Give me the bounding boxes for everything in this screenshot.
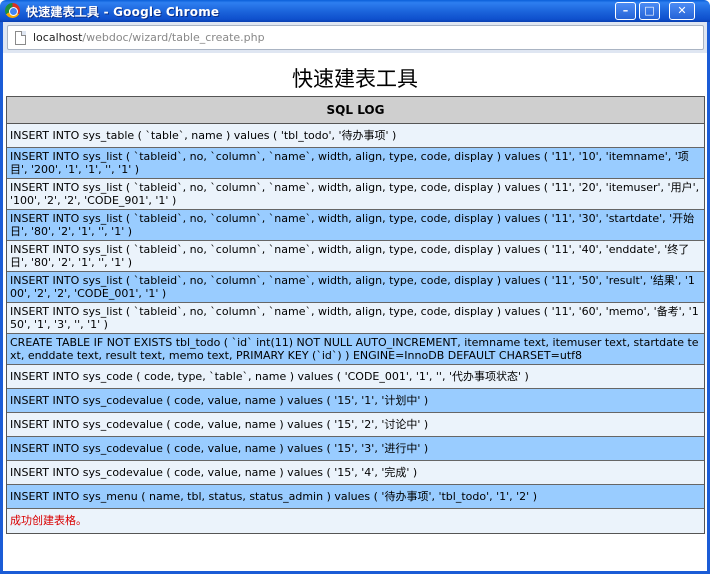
address-bar[interactable]: localhost/webdoc/wizard/table_create.php [7,25,704,50]
browser-toolbar: localhost/webdoc/wizard/table_create.php [0,22,710,53]
log-row: INSERT INTO sys_code ( code, type, `tabl… [7,365,704,389]
page-icon [15,31,26,45]
success-message: 成功创建表格。 [7,509,704,533]
log-row: INSERT INTO sys_list ( `tableid`, no, `c… [7,179,704,210]
url-text[interactable]: localhost/webdoc/wizard/table_create.php [33,31,265,44]
sql-log-header: SQL LOG [7,97,704,124]
page-content: 快速建表工具 SQL LOG INSERT INTO sys_table ( `… [3,53,707,571]
minimize-button[interactable]: – [615,2,636,20]
log-row: CREATE TABLE IF NOT EXISTS tbl_todo ( `i… [7,334,704,365]
log-row: INSERT INTO sys_list ( `tableid`, no, `c… [7,241,704,272]
log-row: INSERT INTO sys_codevalue ( code, value,… [7,389,704,413]
log-row: INSERT INTO sys_menu ( name, tbl, status… [7,485,704,509]
url-path: /webdoc/wizard/table_create.php [82,31,265,44]
log-row: INSERT INTO sys_codevalue ( code, value,… [7,413,704,437]
log-row: INSERT INTO sys_list ( `tableid`, no, `c… [7,148,704,179]
log-row: INSERT INTO sys_table ( `table`, name ) … [7,124,704,148]
chrome-logo-icon [5,3,20,18]
close-button[interactable]: ✕ [669,2,695,20]
log-row: INSERT INTO sys_list ( `tableid`, no, `c… [7,272,704,303]
window-title: 快速建表工具 - Google Chrome [26,5,220,19]
sql-log-table: SQL LOG INSERT INTO sys_table ( `table`,… [6,96,705,534]
log-row: INSERT INTO sys_codevalue ( code, value,… [7,461,704,485]
log-row: INSERT INTO sys_list ( `tableid`, no, `c… [7,303,704,334]
log-row: INSERT INTO sys_codevalue ( code, value,… [7,437,704,461]
window-title-bar[interactable]: 快速建表工具 - Google Chrome – □ ✕ [0,0,710,22]
maximize-button[interactable]: □ [639,2,660,20]
page-title: 快速建表工具 [292,67,418,91]
log-row: INSERT INTO sys_list ( `tableid`, no, `c… [7,210,704,241]
url-host: localhost [33,31,83,44]
